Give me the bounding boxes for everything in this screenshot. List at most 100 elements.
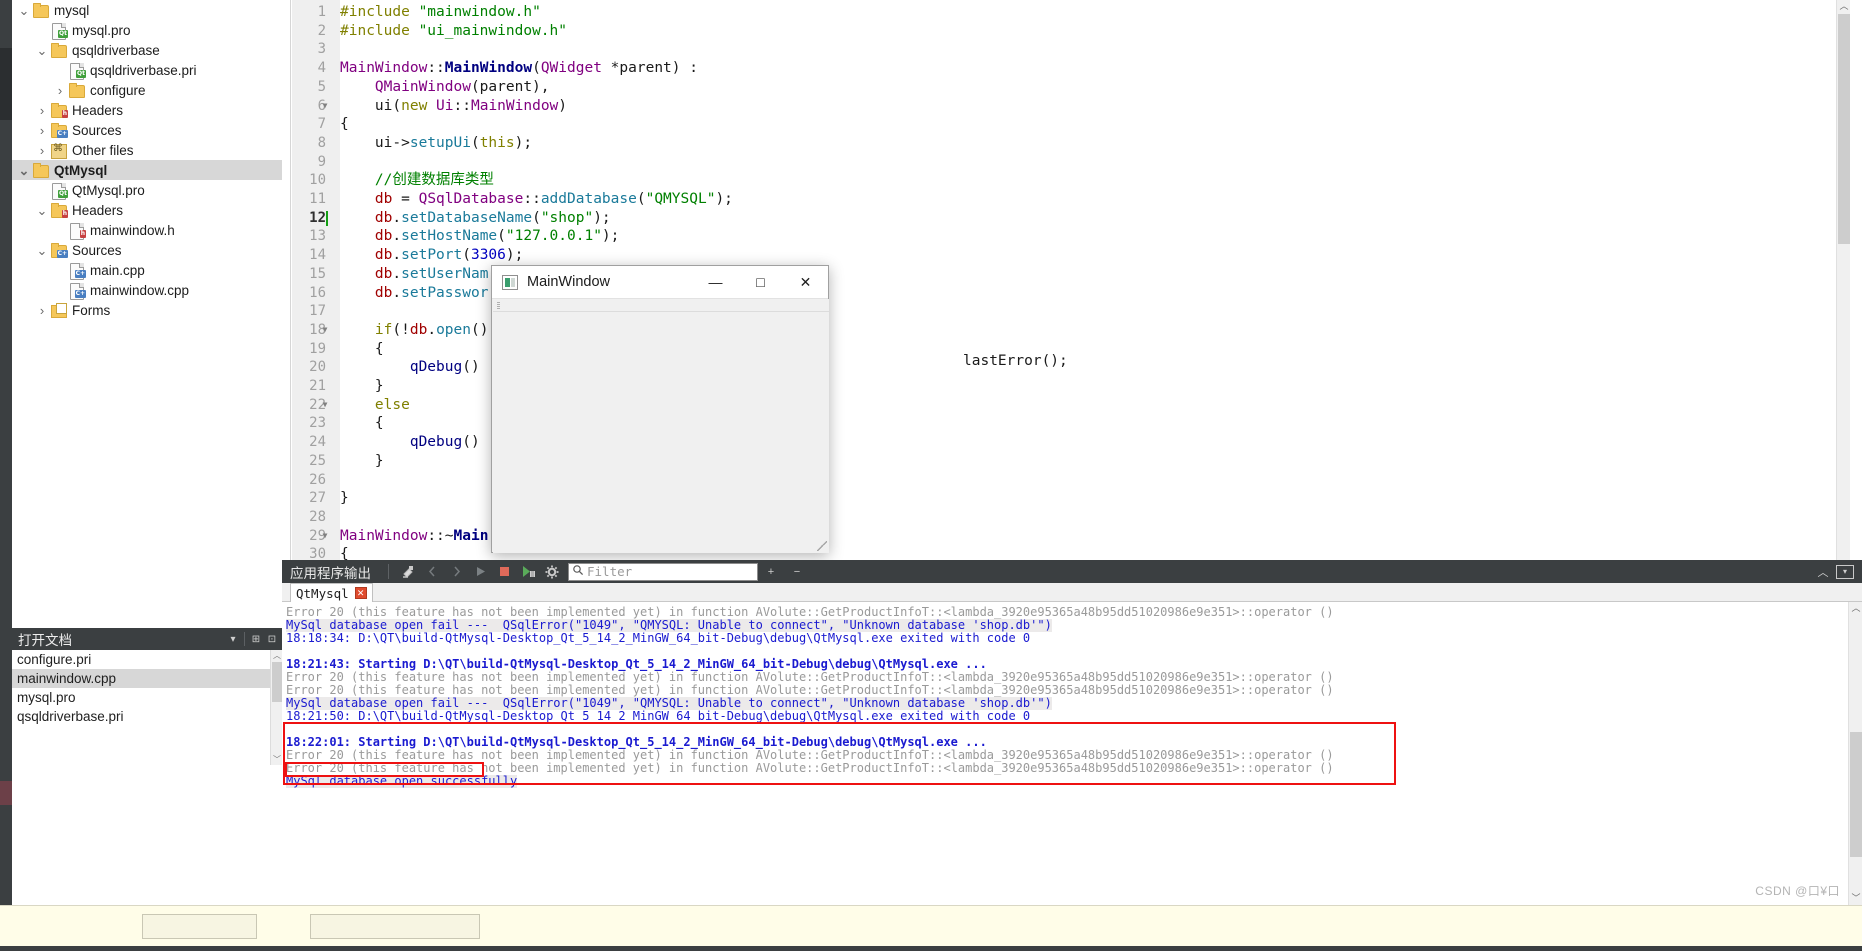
tree-item-mysql[interactable]: ⌄ mysql	[12, 0, 282, 20]
code-line[interactable]: MainWindow::MainWindow(QWidget *parent) …	[340, 59, 698, 78]
code-line[interactable]: #include "ui_mainwindow.h"	[340, 22, 567, 41]
tree-item-mainwindow-cpp[interactable]: C+ mainwindow.cpp	[12, 280, 282, 300]
chevron-down-icon[interactable]: ⌄	[34, 244, 50, 257]
chevron-down-icon[interactable]: ﹀	[1849, 892, 1862, 905]
code-line[interactable]: qDebug()	[340, 358, 480, 377]
code-token: ui->	[340, 134, 410, 151]
chevron-down-icon[interactable]: ⌄	[16, 164, 32, 177]
code-line[interactable]: ui(new Ui::MainWindow)	[340, 97, 567, 116]
tree-item-headers[interactable]: › h Headers	[12, 100, 282, 120]
code-line[interactable]: }	[340, 489, 349, 508]
scrollbar-thumb[interactable]	[272, 662, 282, 702]
code-line[interactable]: db.setHostName("127.0.0.1");	[340, 227, 619, 246]
line-number: 1	[317, 4, 326, 20]
code-line[interactable]: ui->setupUi(this);	[340, 134, 532, 153]
minimize-button[interactable]: —	[693, 266, 738, 298]
status-chip-2[interactable]	[310, 914, 480, 939]
open-document-item[interactable]: configure.pri	[12, 650, 270, 669]
add-output-button[interactable]: +	[758, 561, 784, 582]
mainwindow-dialog[interactable]: MainWindow — □ ✕	[491, 265, 829, 553]
settings-gear-icon[interactable]	[540, 561, 564, 582]
code-line[interactable]: MainWindow::~Main	[340, 527, 488, 546]
tree-item-qtmysql-pro[interactable]: Qt QtMysql.pro	[12, 180, 282, 200]
code-line[interactable]: QMainWindow(parent),	[340, 78, 550, 97]
code-line[interactable]: db.setDatabaseName("shop");	[340, 209, 611, 228]
collapse-pane-button[interactable]: ︿	[1810, 561, 1836, 582]
code-token: *parent) :	[601, 60, 698, 77]
tree-item-forms[interactable]: › Forms	[12, 300, 282, 320]
code-line[interactable]: qDebug()	[340, 433, 480, 452]
chevron-right-icon[interactable]: ›	[34, 104, 50, 117]
open-documents-list[interactable]: configure.pri mainwindow.cpp mysql.pro qsql…	[12, 650, 270, 765]
code-line[interactable]: db.setPasswor	[340, 284, 489, 303]
output-tab-label: QtMysql	[296, 585, 349, 601]
tree-item-qsqldriverbase-pri[interactable]: Qt qsqldriverbase.pri	[12, 60, 282, 80]
code-line[interactable]: {	[340, 340, 384, 359]
maximize-button[interactable]: □	[738, 266, 783, 298]
editor-scrollbar[interactable]: ︿ ﹀	[1836, 0, 1850, 657]
fold-marker-icon[interactable]: ▼	[320, 527, 330, 546]
mainwindow-menubar[interactable]	[493, 299, 829, 312]
next-item-icon[interactable]	[444, 561, 468, 582]
attach-debugger-icon[interactable]	[516, 561, 540, 582]
fold-marker-icon[interactable]: ▼	[320, 97, 330, 116]
code-line[interactable]: {	[340, 115, 349, 134]
status-chip-1[interactable]	[142, 914, 257, 939]
split-pane-icon[interactable]: ⊞	[248, 634, 264, 645]
prev-item-icon[interactable]	[420, 561, 444, 582]
tree-item-mainwindow-h[interactable]: h mainwindow.h	[12, 220, 282, 240]
console-scrollbar[interactable]: ︿ ﹀	[1848, 602, 1862, 905]
code-line[interactable]: else	[340, 396, 410, 415]
chevron-up-icon[interactable]: ︿	[1849, 602, 1862, 615]
tree-item-headers[interactable]: ⌄ h Headers	[12, 200, 282, 220]
close-icon[interactable]: ⊡	[264, 634, 280, 645]
output-tab-qtmysql[interactable]: QtMysql ✕	[290, 583, 373, 602]
tree-item-qtmysql[interactable]: ⌄ QtMysql	[12, 160, 282, 180]
stop-icon[interactable]	[492, 561, 516, 582]
code-line[interactable]: db = QSqlDatabase::addDatabase("QMYSQL")…	[340, 190, 733, 209]
chevron-up-icon[interactable]: ︿	[1837, 0, 1850, 13]
chevron-right-icon[interactable]: ›	[34, 124, 50, 137]
code-line[interactable]: {	[340, 414, 384, 433]
open-document-item[interactable]: qsqldriverbase.pri	[12, 707, 270, 726]
tree-item-sources[interactable]: ⌄ C+ Sources	[12, 240, 282, 260]
chevron-down-icon[interactable]: ▾	[225, 634, 241, 645]
open-documents-scrollbar[interactable]: ︿ ﹀	[270, 650, 282, 765]
tree-item-sources[interactable]: › C+ Sources	[12, 120, 282, 140]
chevron-down-icon[interactable]: ⌄	[34, 44, 50, 57]
filter-input[interactable]: Filter	[568, 562, 758, 581]
open-document-item[interactable]: mainwindow.cpp	[12, 669, 270, 688]
resize-grip[interactable]	[817, 541, 827, 551]
chevron-right-icon[interactable]: ›	[52, 84, 68, 97]
run-icon[interactable]	[468, 561, 492, 582]
remove-output-button[interactable]: −	[784, 561, 810, 582]
code-line[interactable]: //创建数据库类型	[340, 171, 494, 190]
fold-marker-icon[interactable]: ▼	[320, 321, 330, 340]
code-line[interactable]: if(!db.open()	[340, 321, 489, 340]
project-tree-panel[interactable]: ⌄ mysql Qt mysql.pro ⌄ qsqldriverbase Qt qsqldr…	[12, 0, 282, 628]
code-line[interactable]: }	[340, 377, 384, 396]
chevron-down-icon[interactable]: ⌄	[16, 4, 32, 17]
clear-output-icon[interactable]	[396, 561, 420, 582]
close-icon[interactable]: ✕	[354, 587, 367, 599]
tree-item-qsqldriverbase[interactable]: ⌄ qsqldriverbase	[12, 40, 282, 60]
chevron-right-icon[interactable]: ›	[34, 144, 50, 157]
tree-item-other-files[interactable]: › Other files	[12, 140, 282, 160]
scrollbar-thumb[interactable]	[1850, 732, 1862, 857]
scrollbar-thumb[interactable]	[1838, 14, 1850, 244]
code-line[interactable]: db.setPort(3306);	[340, 246, 523, 265]
code-line[interactable]: db.setUserNam	[340, 265, 489, 284]
maximize-pane-button[interactable]: ▾	[1836, 564, 1854, 579]
chevron-down-icon[interactable]: ⌄	[34, 204, 50, 217]
tree-item-mysql-pro[interactable]: Qt mysql.pro	[12, 20, 282, 40]
open-document-item[interactable]: mysql.pro	[12, 688, 270, 707]
code-token: ::	[453, 97, 471, 114]
tree-item-main-cpp[interactable]: C+ main.cpp	[12, 260, 282, 280]
tree-item-configure[interactable]: › configure	[12, 80, 282, 100]
mainwindow-titlebar[interactable]: MainWindow — □ ✕	[492, 266, 828, 299]
close-button[interactable]: ✕	[783, 266, 828, 298]
chevron-right-icon[interactable]: ›	[34, 304, 50, 317]
code-line[interactable]: }	[340, 452, 384, 471]
code-line[interactable]: #include "mainwindow.h"	[340, 3, 541, 22]
fold-marker-icon[interactable]: ▼	[320, 396, 330, 415]
